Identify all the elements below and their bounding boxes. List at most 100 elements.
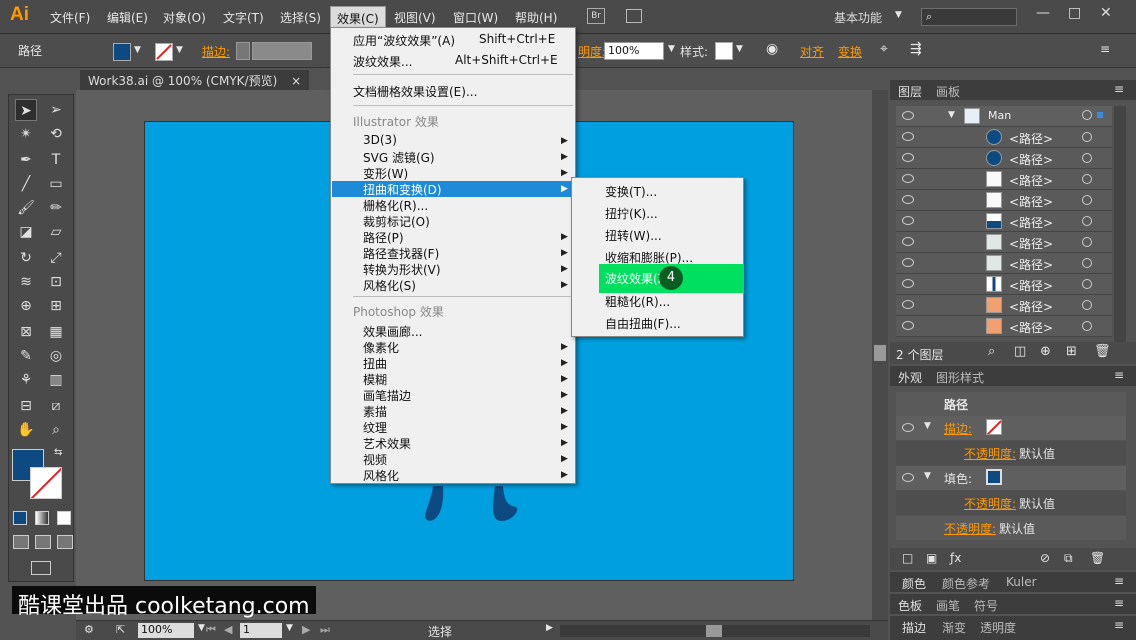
trash-icon[interactable]: 🗑 (1094, 344, 1111, 359)
visibility-eye-icon[interactable] (902, 216, 914, 225)
layer-row[interactable]: ▼ Man (896, 106, 1112, 127)
fill-swatch[interactable] (986, 469, 1002, 485)
visibility-eye-icon[interactable] (902, 174, 914, 183)
slice-tool-icon[interactable]: ⧄ (45, 395, 67, 417)
menu-view[interactable]: 视图(V) (394, 9, 436, 26)
sublayer-row[interactable]: <路径> (896, 169, 1112, 190)
chevron-down-icon[interactable]: ▼ (176, 45, 183, 55)
artboard-tool-icon[interactable]: ⊟ (15, 395, 37, 417)
eyedropper-icon[interactable]: ✎ (15, 345, 37, 367)
target-circle-icon[interactable] (1082, 237, 1092, 247)
target-circle-icon[interactable] (1082, 321, 1092, 331)
horizontal-scrollbar[interactable] (560, 625, 870, 637)
draw-normal-icon[interactable] (13, 535, 29, 549)
paintbrush-icon[interactable]: 🖌 (15, 197, 37, 219)
scroll-thumb[interactable] (706, 625, 722, 637)
menu-item-distort[interactable]: 扭曲 (363, 355, 387, 371)
visibility-eye-icon[interactable] (902, 321, 914, 330)
chevron-down-icon[interactable]: ▼ (198, 623, 205, 633)
status-menu-icon[interactable]: ⚙ (84, 623, 94, 636)
scale-tool-icon[interactable]: ⤢ (45, 247, 67, 269)
menu-object[interactable]: 对象(O) (163, 9, 206, 26)
tab-symbols[interactable]: 符号 (974, 597, 998, 614)
sublayer-row[interactable]: <路径> (896, 148, 1112, 169)
none-mode-icon[interactable] (57, 511, 71, 525)
expand-triangle-icon[interactable]: ▼ (924, 421, 931, 431)
selection-tool-icon[interactable]: ➤ (15, 99, 37, 121)
layers-scrollbar[interactable] (1114, 106, 1126, 342)
apply-last-effect-item[interactable]: 应用“波纹效果”(A) (353, 32, 455, 48)
menu-item-artistic[interactable]: 艺术效果 (363, 435, 411, 451)
last-effect-item[interactable]: 波纹效果... (353, 53, 412, 69)
target-circle-icon[interactable] (1082, 132, 1092, 142)
target-circle-icon[interactable] (1082, 279, 1092, 289)
stroke-color-box[interactable] (30, 467, 62, 499)
menu-item-3d[interactable]: 3D(3) (363, 133, 397, 149)
target-circle-icon[interactable] (1082, 300, 1092, 310)
panel-menu-icon[interactable]: ≡ (1114, 618, 1124, 632)
add-fill-icon[interactable]: ▣ (926, 551, 937, 565)
mesh-tool-icon[interactable]: ⊠ (15, 321, 37, 343)
add-stroke-icon[interactable]: □ (902, 551, 913, 565)
menu-item-texture[interactable]: 纹理 (363, 419, 387, 435)
draw-behind-icon[interactable] (35, 535, 51, 549)
sublayer-row[interactable]: <路径> (896, 190, 1112, 211)
menu-item-blur[interactable]: 模糊 (363, 371, 387, 387)
pen-tool-icon[interactable]: ✒ (15, 149, 37, 171)
chevron-down-icon[interactable]: ▼ (736, 44, 743, 54)
fx-icon[interactable]: ƒx (950, 551, 961, 565)
menu-item-crop-marks[interactable]: 裁剪标记(O) (363, 213, 430, 229)
visibility-eye-icon[interactable] (902, 300, 914, 309)
stroke-link[interactable]: 描边: (202, 43, 230, 60)
visibility-eye-icon[interactable] (902, 132, 914, 141)
target-circle-icon[interactable] (1082, 174, 1092, 184)
appearance-fill-row[interactable]: ▼ 填色: (896, 466, 1126, 490)
chevron-down-icon[interactable]: ▼ (668, 44, 675, 54)
visibility-eye-icon[interactable] (902, 153, 914, 162)
menu-item-stylize-ps[interactable]: 风格化 (363, 467, 399, 483)
tab-layers[interactable]: 图层 (898, 83, 922, 100)
shape-builder-icon[interactable]: ⊕ (15, 295, 37, 317)
sublayer-row[interactable]: <路径> (896, 253, 1112, 274)
menu-help[interactable]: 帮助(H) (515, 9, 557, 26)
gradient-mode-icon[interactable] (35, 511, 49, 525)
blend-tool-icon[interactable]: ◎ (45, 345, 67, 367)
menu-window[interactable]: 窗口(W) (453, 9, 498, 26)
isolate-icon[interactable]: ⌖ (880, 41, 888, 57)
menu-item-warp[interactable]: 变形(W) (363, 165, 408, 181)
clear-appearance-icon[interactable]: ⊘ (1040, 551, 1050, 565)
menu-item-stylize[interactable]: 风格化(S) (363, 277, 416, 293)
locate-object-icon[interactable]: ⌕ (988, 344, 995, 359)
trash-icon[interactable]: 🗑 (1090, 551, 1105, 565)
free-transform-icon[interactable]: ⊡ (45, 271, 67, 293)
panel-options-icon[interactable]: ⇶ (910, 41, 922, 57)
blob-brush-icon[interactable]: ◪ (15, 221, 37, 243)
opacity-input[interactable]: 100% (604, 42, 664, 60)
menu-item-convert-to-shape[interactable]: 转换为形状(V) (363, 261, 441, 277)
rectangle-tool-icon[interactable]: ▭ (45, 173, 67, 195)
menu-item-pixelate[interactable]: 像素化 (363, 339, 399, 355)
sublayer-row[interactable]: <路径> (896, 295, 1112, 316)
minimize-button[interactable]: — (1036, 5, 1050, 21)
menu-item-path[interactable]: 路径(P) (363, 229, 404, 245)
document-tab[interactable]: Work38.ai @ 100% (CMYK/预览) × (80, 70, 310, 90)
panel-menu-icon[interactable]: ≡ (1114, 574, 1124, 588)
submenu-item-roughen[interactable]: 粗糙化(R)... (605, 293, 670, 309)
stroke-weight-stepper[interactable] (236, 42, 250, 60)
zoom-input[interactable]: 100% (138, 623, 194, 638)
stroke-swatch[interactable] (155, 43, 173, 61)
tab-kuler[interactable]: Kuler (1006, 575, 1037, 589)
direct-selection-tool-icon[interactable]: ➢ (45, 99, 67, 121)
page-input[interactable]: 1 (240, 623, 282, 638)
visibility-eye-icon[interactable] (902, 237, 914, 246)
transform-link[interactable]: 变换 (838, 43, 862, 60)
appearance-fill-opacity-row[interactable]: 不透明度: 默认值 (896, 491, 1126, 515)
tab-brushes[interactable]: 画笔 (936, 597, 960, 614)
align-link[interactable]: 对齐 (800, 43, 824, 60)
selection-indicator[interactable] (1097, 112, 1103, 118)
target-circle-icon[interactable] (1082, 216, 1092, 226)
menu-item-brush-strokes[interactable]: 画笔描边 (363, 387, 411, 403)
target-circle-icon[interactable] (1082, 153, 1092, 163)
tab-swatches[interactable]: 色板 (898, 597, 922, 614)
lasso-icon[interactable]: ⟲ (45, 123, 67, 145)
